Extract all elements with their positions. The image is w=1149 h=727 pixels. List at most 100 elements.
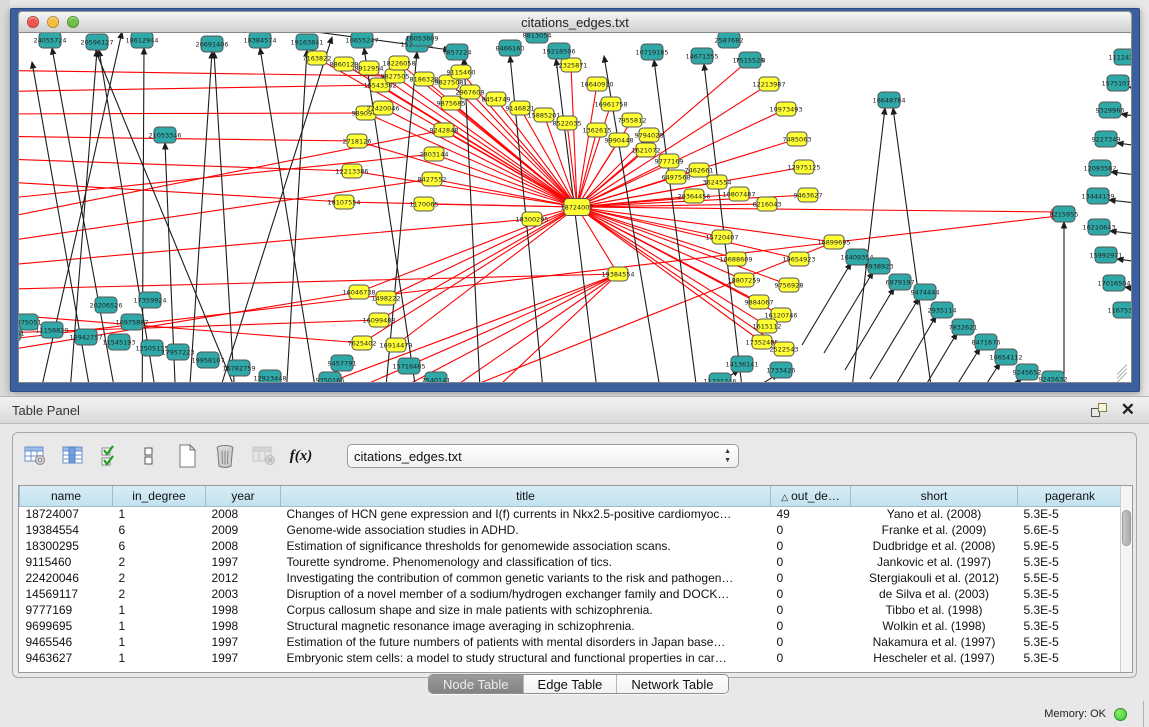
network-node[interactable]: 15751074 bbox=[1101, 75, 1132, 91]
network-node[interactable]: 18384574 bbox=[243, 33, 276, 48]
table-row[interactable]: 946362711997Embryonic stem cells: a mode… bbox=[20, 650, 1123, 666]
network-node[interactable]: 1362615 bbox=[583, 123, 612, 137]
tab-edge-table[interactable]: Edge Table bbox=[524, 675, 618, 693]
network-node[interactable]: 10719185 bbox=[635, 44, 668, 60]
table-row[interactable]: 1830029562008Estimation of significance … bbox=[20, 538, 1123, 554]
network-node[interactable]: 8938923 bbox=[865, 258, 894, 274]
network-node[interactable]: 7625402 bbox=[348, 336, 377, 350]
network-node[interactable]: 12213987 bbox=[752, 77, 785, 91]
network-node[interactable]: 7540141 bbox=[422, 372, 451, 383]
network-node[interactable]: 18612944 bbox=[125, 33, 158, 48]
network-node[interactable]: 2718126 bbox=[343, 134, 372, 148]
network-node[interactable]: 11675337 bbox=[1107, 302, 1132, 318]
network-node[interactable]: 12325871 bbox=[554, 58, 587, 72]
network-node[interactable]: 19218506 bbox=[542, 43, 575, 59]
network-node[interactable]: 12213386 bbox=[335, 164, 368, 178]
network-node[interactable]: 9245652 bbox=[1013, 364, 1042, 380]
network-node[interactable]: 1621072 bbox=[632, 143, 661, 157]
tab-network-table[interactable]: Network Table bbox=[617, 675, 727, 693]
network-node[interactable]: 10688609 bbox=[719, 252, 752, 266]
network-node[interactable]: 15720407 bbox=[705, 230, 738, 244]
network-node[interactable]: 2587682 bbox=[715, 33, 744, 48]
network-node[interactable]: 8215955 bbox=[1050, 206, 1079, 222]
table-settings-icon[interactable] bbox=[23, 443, 47, 469]
network-canvas[interactable]: 1872400718300295117006518107554122133862… bbox=[18, 33, 1132, 383]
table-row[interactable]: 969969511998Structural magnetic resonanc… bbox=[20, 618, 1123, 634]
resize-grip-icon[interactable] bbox=[1115, 366, 1129, 380]
network-node[interactable]: 16210643 bbox=[1082, 219, 1115, 235]
table-row[interactable]: 1872400712008Changes of HCN gene express… bbox=[20, 506, 1123, 522]
close-panel-icon[interactable]: ✕ bbox=[1121, 403, 1135, 417]
table-row[interactable]: 977716911998Corpus callosum shape and si… bbox=[20, 602, 1123, 618]
network-node[interactable]: 9990448 bbox=[605, 133, 634, 147]
network-node[interactable]: 7857224 bbox=[443, 44, 472, 60]
table-scrollbar[interactable] bbox=[1120, 486, 1132, 672]
network-window[interactable]: citations_edges.txt 18724007183002951170… bbox=[10, 8, 1140, 392]
network-node[interactable]: 1170065 bbox=[410, 197, 439, 211]
network-window-titlebar[interactable]: citations_edges.txt bbox=[18, 11, 1132, 33]
delete-column-icon[interactable] bbox=[213, 443, 237, 469]
network-node[interactable]: 9474444 bbox=[911, 284, 940, 300]
network-node[interactable]: 16782759 bbox=[222, 360, 255, 376]
network-node[interactable]: 24055724 bbox=[33, 33, 66, 48]
network-node[interactable]: 7515526 bbox=[736, 52, 765, 68]
network-node[interactable]: 10655247 bbox=[345, 33, 378, 48]
new-column-icon[interactable] bbox=[175, 443, 199, 469]
network-node[interactable]: 9457791 bbox=[328, 355, 357, 371]
network-node[interactable]: 12975125 bbox=[787, 160, 820, 174]
network-node[interactable]: 19958107 bbox=[191, 352, 224, 368]
function-builder-icon[interactable]: f(x) bbox=[289, 443, 313, 469]
network-node[interactable]: 1875051 bbox=[19, 314, 41, 330]
network-node[interactable]: 7485063 bbox=[783, 132, 812, 146]
column-header-year[interactable]: year bbox=[206, 486, 281, 506]
network-node[interactable]: 9794028 bbox=[635, 128, 664, 142]
network-node[interactable]: 8471676 bbox=[972, 334, 1001, 350]
network-node[interactable]: 9350166 bbox=[316, 372, 345, 383]
network-node[interactable]: 15992971 bbox=[1089, 247, 1122, 263]
table-scrollbar-thumb[interactable] bbox=[1122, 510, 1131, 546]
network-node[interactable]: 9227349 bbox=[1092, 131, 1121, 147]
network-node[interactable]: 2935114 bbox=[928, 302, 957, 318]
table-row[interactable]: 1456911722003Disruption of a novel membe… bbox=[20, 586, 1123, 602]
network-node[interactable]: 10654112 bbox=[989, 349, 1022, 365]
network-node[interactable]: 9245632 bbox=[1039, 371, 1068, 383]
float-panel-icon[interactable] bbox=[1091, 403, 1107, 417]
tab-node-table[interactable]: Node Table bbox=[429, 675, 524, 693]
network-node[interactable]: 9756928 bbox=[775, 278, 804, 292]
network-node[interactable]: 9329966 bbox=[1096, 102, 1125, 118]
network-node[interactable]: 7955812 bbox=[618, 113, 647, 127]
column-header-name[interactable]: name bbox=[20, 486, 113, 506]
network-node[interactable]: 9463627 bbox=[794, 188, 823, 202]
network-node[interactable]: 2803144 bbox=[420, 147, 449, 161]
clear-selection-icon[interactable] bbox=[137, 443, 161, 469]
delete-table-icon[interactable] bbox=[251, 443, 275, 469]
table-row[interactable]: 2242004622012Investigating the contribut… bbox=[20, 570, 1123, 586]
network-node[interactable]: 18226058 bbox=[382, 56, 415, 70]
table-row[interactable]: 946554611997Estimation of the future num… bbox=[20, 634, 1123, 650]
column-header-title[interactable]: title bbox=[281, 486, 771, 506]
network-node[interactable]: 8427552 bbox=[418, 172, 447, 186]
network-node[interactable]: 19163841 bbox=[290, 34, 323, 50]
network-node[interactable]: 20596127 bbox=[80, 34, 113, 50]
network-node[interactable]: 7832621 bbox=[949, 319, 978, 335]
network-node[interactable]: 8813054 bbox=[523, 33, 552, 43]
column-header-short[interactable]: short bbox=[851, 486, 1018, 506]
show-columns-icon[interactable] bbox=[61, 443, 85, 469]
network-node[interactable]: 12923448 bbox=[253, 370, 286, 383]
network-node[interactable]: 20364456 bbox=[677, 189, 710, 203]
network-node[interactable]: 17359924 bbox=[133, 292, 166, 308]
network-node[interactable]: 16648784 bbox=[872, 92, 905, 108]
network-node[interactable]: 16961758 bbox=[594, 97, 627, 111]
network-node[interactable]: 14671355 bbox=[685, 48, 718, 64]
network-node[interactable]: 18724007 bbox=[560, 199, 593, 216]
network-node[interactable]: 16914479 bbox=[379, 338, 412, 352]
network-node[interactable]: 8466160 bbox=[496, 40, 525, 56]
column-header-in_degree[interactable]: in_degree bbox=[113, 486, 206, 506]
network-node[interactable]: 19654923 bbox=[782, 252, 815, 266]
network-node[interactable]: 21053346 bbox=[148, 127, 181, 143]
select-all-icon[interactable] bbox=[99, 443, 123, 469]
network-node[interactable]: 20206526 bbox=[89, 297, 122, 313]
network-node[interactable]: 1733426 bbox=[767, 362, 796, 378]
table-row[interactable]: 911546021997Tourette syndrome. Phenomeno… bbox=[20, 554, 1123, 570]
column-header-pagerank[interactable]: pagerank bbox=[1018, 486, 1123, 506]
